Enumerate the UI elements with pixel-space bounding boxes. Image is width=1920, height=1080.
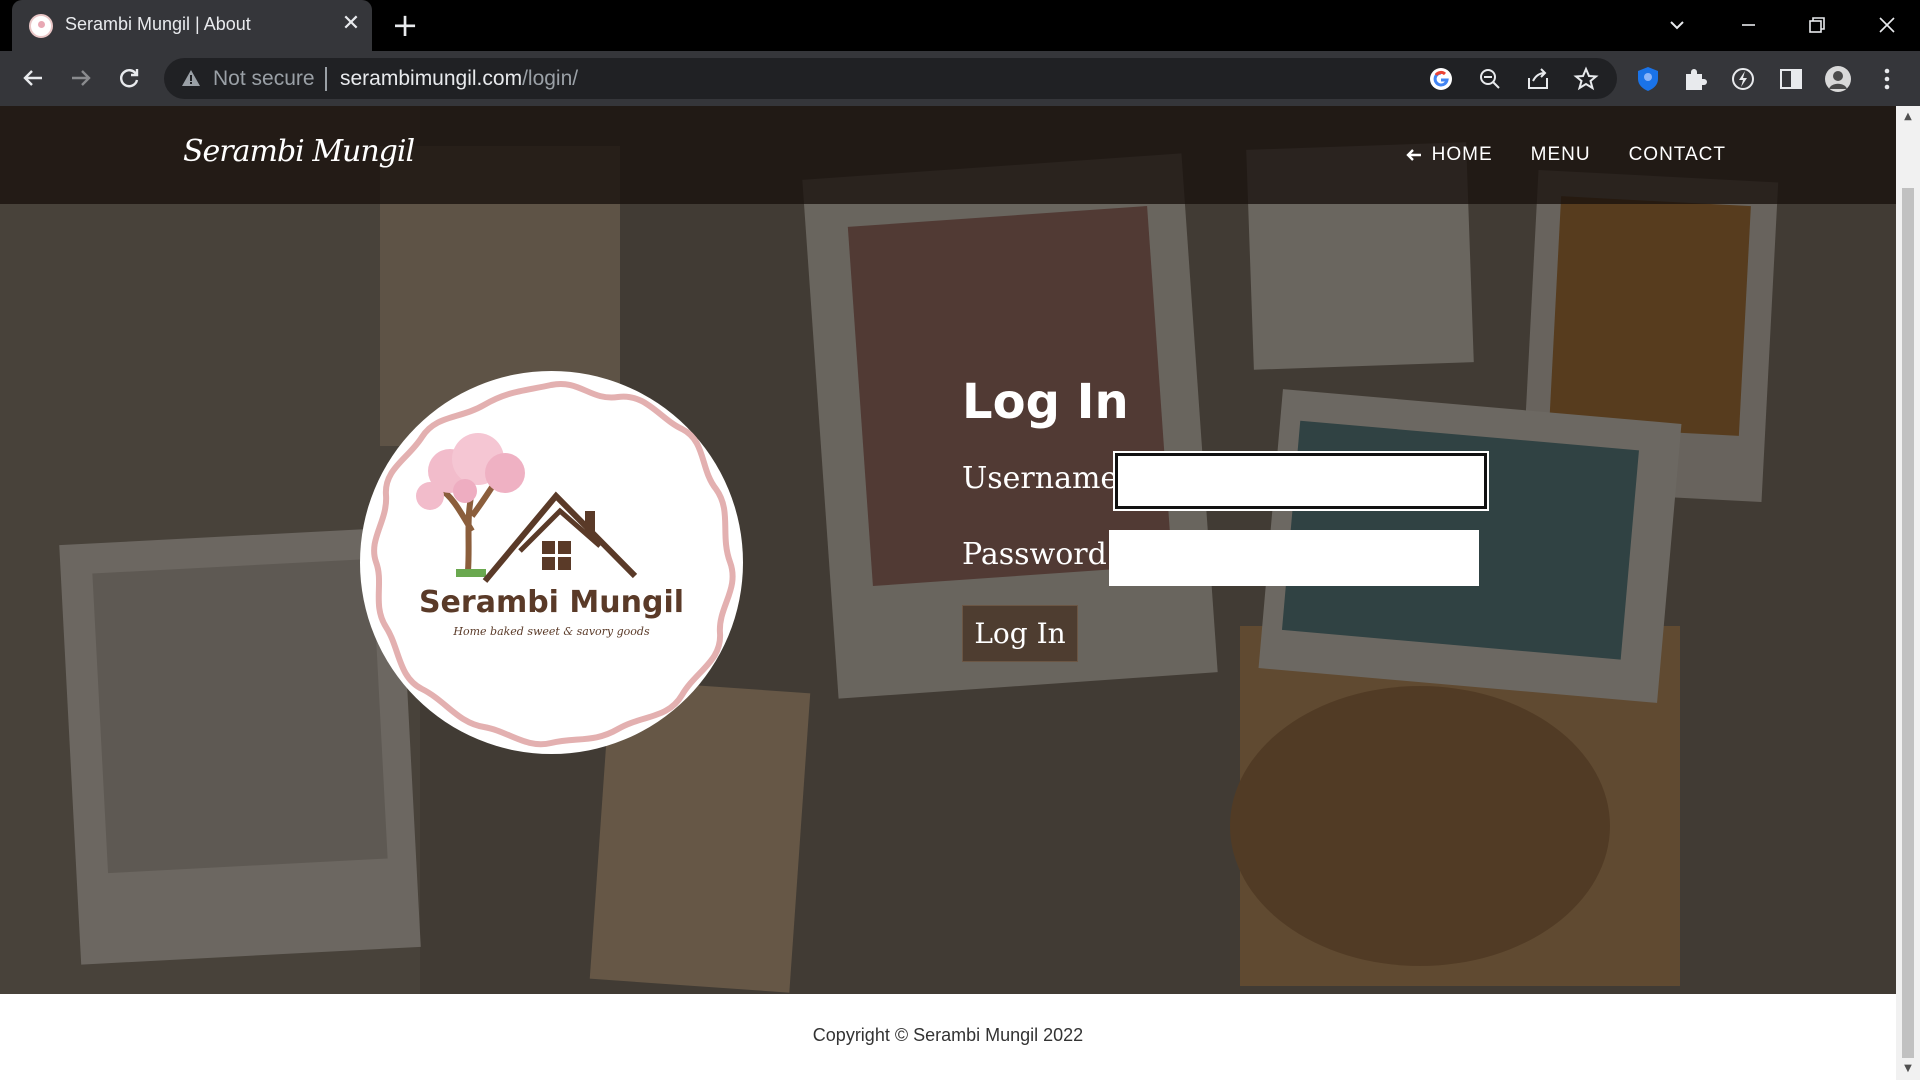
zoom-out-icon[interactable]: [1477, 66, 1503, 92]
forward-arrow-icon[interactable]: [64, 61, 98, 95]
nav-link-label: CONTACT: [1628, 144, 1726, 165]
extensions-puzzle-icon[interactable]: [1680, 64, 1710, 94]
nav-link-label: MENU: [1530, 144, 1591, 165]
bookmark-star-icon[interactable]: [1573, 66, 1599, 92]
site-nav-links: HOME MENU CONTACT: [1404, 144, 1726, 166]
background-dim-overlay: [0, 106, 1896, 994]
arrow-left-icon: [1405, 149, 1421, 161]
warning-triangle-icon[interactable]: [180, 67, 202, 89]
reload-icon[interactable]: [112, 61, 146, 95]
share-icon[interactable]: [1525, 66, 1551, 92]
scrollbar-thumb[interactable]: [1902, 188, 1914, 1058]
hero-section: Serambi Mungil HOME MENU CONTACT Serambi…: [0, 106, 1896, 994]
tab-search-icon[interactable]: [1660, 8, 1694, 42]
restore-window-icon[interactable]: [1800, 8, 1834, 42]
scroll-up-arrow-icon[interactable]: ▲: [1902, 112, 1914, 122]
username-label: Username:: [962, 461, 1129, 496]
login-title: Log In: [962, 374, 1129, 430]
copyright-text: Copyright © Serambi Mungil 2022: [812, 1025, 1084, 1045]
site-brand-logo[interactable]: Serambi Mungil: [183, 134, 415, 169]
logo-brand-name: Serambi Mungil: [418, 585, 685, 620]
browser-toolbar: Not secure serambimungil.com/login/: [0, 51, 1920, 106]
browser-tab-active[interactable]: Serambi Mungil | About ✕: [12, 0, 372, 51]
nav-link-home[interactable]: HOME: [1404, 144, 1493, 166]
more-options-icon[interactable]: [1872, 64, 1902, 94]
new-tab-button[interactable]: +: [390, 9, 420, 41]
logo-tagline: Home baked sweet & savory goods: [453, 625, 650, 638]
scroll-down-arrow-icon[interactable]: ▼: [1902, 1064, 1914, 1074]
back-arrow-icon[interactable]: [16, 61, 50, 95]
nav-link-contact[interactable]: CONTACT: [1629, 144, 1726, 166]
side-panel-icon[interactable]: [1776, 64, 1806, 94]
page-scrollbar[interactable]: ▲ ▼: [1896, 106, 1920, 1080]
not-secure-label[interactable]: Not secure: [213, 67, 315, 91]
url-text[interactable]: serambimungil.com/login/: [340, 67, 578, 91]
omnibox-separator: [325, 67, 327, 91]
username-field[interactable]: [1113, 451, 1489, 511]
tab-close-icon[interactable]: ✕: [338, 11, 364, 37]
login-submit-button[interactable]: Log In: [962, 605, 1078, 662]
serambi-mungil-logo: Serambi Mungil Home baked sweet & savory…: [360, 371, 743, 754]
web-page: Serambi Mungil HOME MENU CONTACT Serambi…: [0, 106, 1896, 1080]
profile-avatar-icon[interactable]: [1823, 64, 1853, 94]
logo-artwork: [371, 380, 736, 748]
url-path: /login/: [522, 67, 579, 90]
address-bar[interactable]: Not secure serambimungil.com/login/: [164, 58, 1617, 99]
google-lens-icon[interactable]: [1428, 66, 1454, 92]
site-favicon-icon: [29, 14, 53, 38]
site-navbar: Serambi Mungil HOME MENU CONTACT: [0, 106, 1896, 204]
password-field[interactable]: [1109, 530, 1479, 586]
nav-link-label: HOME: [1431, 144, 1493, 165]
close-window-icon[interactable]: [1870, 8, 1904, 42]
url-domain: serambimungil.com: [340, 67, 523, 90]
browser-tab-strip: Serambi Mungil | About ✕ +: [0, 0, 1920, 51]
nav-link-menu[interactable]: MENU: [1531, 144, 1591, 166]
password-label: Password:: [962, 537, 1117, 572]
tab-title: Serambi Mungil | About: [65, 14, 251, 34]
speed-bolt-icon[interactable]: [1728, 64, 1758, 94]
extension-shield-icon[interactable]: [1633, 64, 1663, 94]
minimize-window-icon[interactable]: [1731, 8, 1765, 42]
